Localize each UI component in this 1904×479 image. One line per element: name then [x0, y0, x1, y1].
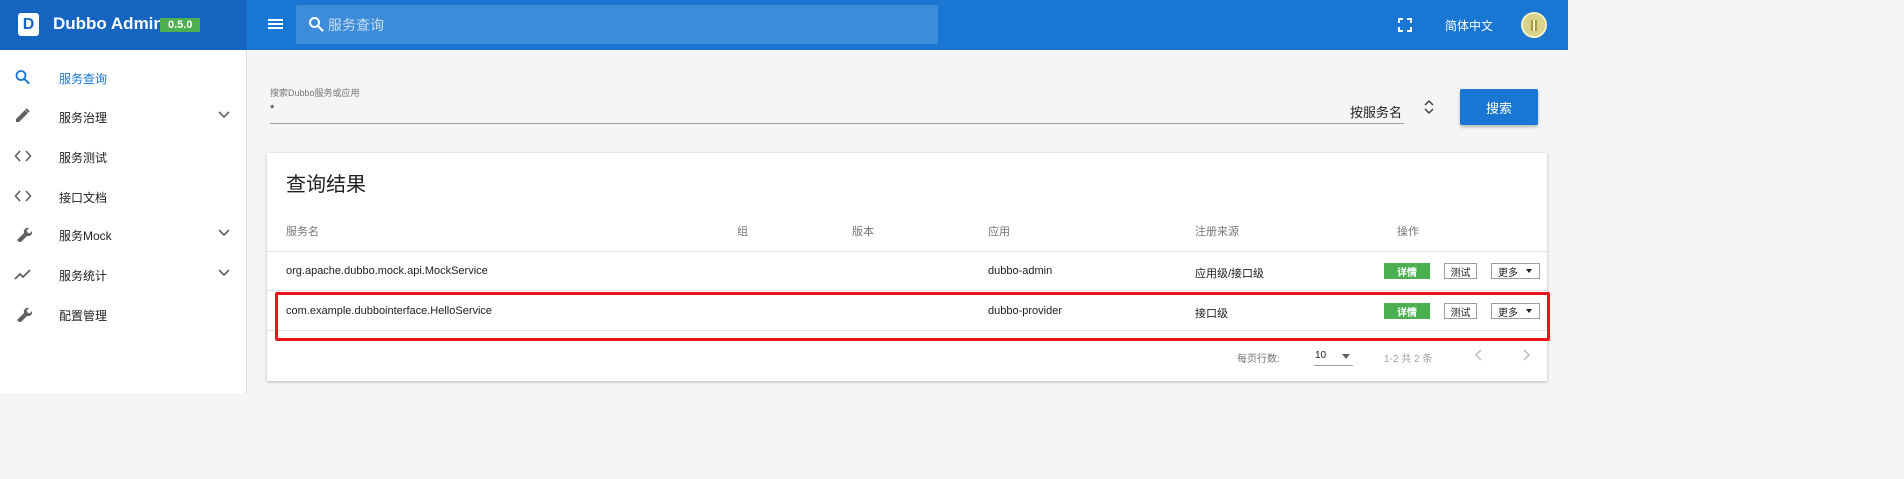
column-header-version[interactable]: 版本 [852, 223, 874, 239]
rows-per-page-select[interactable]: 10 [1314, 346, 1353, 366]
caret-down-icon [1342, 354, 1350, 359]
sidebar-item-api-docs[interactable]: 接口文档 [0, 176, 246, 216]
column-header-source[interactable]: 注册来源 [1195, 223, 1239, 239]
wrench-icon [17, 307, 32, 322]
source-cell: 应用级/接口级 [1195, 268, 1265, 280]
sidebar-item-label: 服务统计 [59, 269, 108, 283]
source-cell: 接口级 [1195, 308, 1228, 320]
chevron-right-icon[interactable] [1519, 346, 1533, 364]
test-button[interactable]: 测试 [1444, 263, 1477, 279]
search-icon [15, 70, 30, 84]
column-header-actions: 操作 [1397, 226, 1419, 238]
trending-up-icon [14, 269, 31, 280]
results-title: 查询结果 [286, 174, 366, 196]
wrench-icon [17, 227, 32, 242]
brand-title: Dubbo Admin [53, 14, 164, 33]
table-divider [267, 251, 1547, 252]
rows-per-page-label: 每页行数: [1237, 354, 1280, 365]
sidebar: 服务查询 服务治理 服务测试 接口文档 服务Mock 服务统计 配置管理 [0, 50, 247, 393]
sidebar-item-label: 服务Mock [59, 229, 112, 243]
more-label: 更多 [1498, 308, 1518, 319]
sidebar-item-service-test[interactable]: 服务测试 [0, 136, 246, 176]
brand-header[interactable]: D Dubbo Admin 0.5.0 [0, 0, 247, 50]
global-search[interactable] [296, 5, 938, 44]
pencil-icon [16, 108, 30, 122]
more-label: 更多 [1498, 268, 1518, 279]
test-button[interactable]: 测试 [1444, 303, 1477, 319]
more-dropdown-button[interactable]: 更多 [1491, 263, 1540, 279]
more-dropdown-button[interactable]: 更多 [1491, 303, 1540, 319]
chevron-down-icon [218, 269, 230, 277]
sidebar-item-label: 服务测试 [59, 151, 108, 165]
row-divider [267, 290, 1547, 291]
detail-button[interactable]: 详情 [1384, 303, 1430, 319]
global-search-input[interactable] [328, 5, 928, 44]
search-type-select[interactable]: 按服务名 [1350, 102, 1402, 121]
search-icon [309, 17, 324, 32]
search-button[interactable]: 搜索 [1460, 89, 1538, 125]
code-icon [14, 150, 32, 162]
sidebar-item-config-management[interactable]: 配置管理 [0, 294, 246, 334]
service-search-input[interactable] [270, 100, 1330, 120]
service-search-field[interactable]: 搜索Dubbo服务或应用 * [270, 86, 1404, 124]
dubbo-logo-icon: D [18, 13, 39, 36]
chevron-left-icon[interactable] [1472, 346, 1486, 364]
menu-icon[interactable] [266, 15, 286, 35]
column-header-app[interactable]: 应用 [988, 223, 1010, 239]
app-bar: D Dubbo Admin 0.5.0 简体中文 [0, 0, 1568, 50]
fullscreen-icon[interactable] [1398, 18, 1412, 32]
caret-down-icon [1526, 269, 1532, 273]
language-switch[interactable]: 简体中文 [1445, 17, 1493, 34]
page-info: 1-2 共 2 条 [1384, 354, 1433, 365]
column-header-service[interactable]: 服务名 [286, 223, 319, 239]
service-name-cell: org.apache.dubbo.mock.api.MockService [286, 265, 488, 277]
sidebar-item-service-mock[interactable]: 服务Mock [0, 214, 246, 254]
rows-per-page-value: 10 [1315, 350, 1327, 361]
sidebar-item-service-governance[interactable]: 服务治理 [0, 96, 246, 136]
sort-arrows-icon[interactable] [1423, 99, 1435, 115]
search-field-label: 搜索Dubbo服务或应用 [270, 88, 360, 98]
sidebar-item-label: 配置管理 [59, 309, 108, 323]
app-cell: dubbo-admin [988, 265, 1053, 277]
user-avatar[interactable] [1521, 12, 1547, 38]
version-badge: 0.5.0 [160, 18, 201, 32]
code-icon [14, 190, 32, 202]
service-name-cell: com.example.dubbointerface.HelloService [286, 305, 493, 317]
sidebar-item-label: 服务查询 [59, 72, 108, 86]
column-header-group[interactable]: 组 [737, 223, 748, 239]
sidebar-item-label: 服务治理 [59, 111, 108, 125]
chevron-down-icon [218, 229, 230, 237]
caret-down-icon [1526, 309, 1532, 313]
app-cell: dubbo-provider [988, 305, 1062, 317]
chevron-down-icon [218, 111, 230, 119]
results-card: 查询结果 服务名 组 版本 应用 注册来源 操作 org.apache.dubb… [267, 153, 1547, 381]
detail-button[interactable]: 详情 [1384, 263, 1430, 279]
sidebar-item-service-search[interactable]: 服务查询 [0, 57, 246, 97]
row-divider [267, 330, 1547, 331]
sidebar-item-label: 接口文档 [59, 191, 108, 205]
sidebar-item-service-stats[interactable]: 服务统计 [0, 254, 246, 294]
